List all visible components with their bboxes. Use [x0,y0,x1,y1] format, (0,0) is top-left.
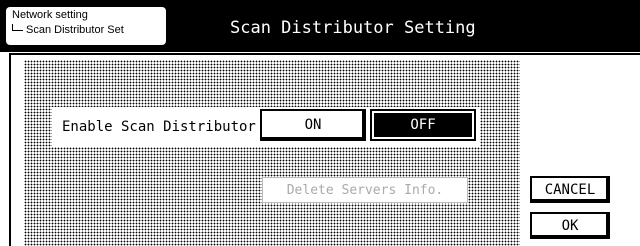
page-title: Scan Distributor Setting [230,18,476,38]
ok-button[interactable]: OK [530,212,610,239]
delete-servers-info-button[interactable]: Delete Servers Info. [262,177,468,203]
cancel-button[interactable]: CANCEL [530,176,610,203]
title-bar: Network setting Scan Distributor Set Sca… [0,0,640,52]
settings-panel-background [24,60,520,246]
breadcrumb-current: Scan Distributor Set [26,24,124,36]
breadcrumb[interactable]: Network setting Scan Distributor Set [6,7,166,45]
enable-scan-distributor-label: Enable Scan Distributor [62,119,256,135]
on-button[interactable]: ON [260,109,366,141]
off-button[interactable]: OFF [370,109,476,141]
breadcrumb-parent: Network setting [12,9,88,21]
